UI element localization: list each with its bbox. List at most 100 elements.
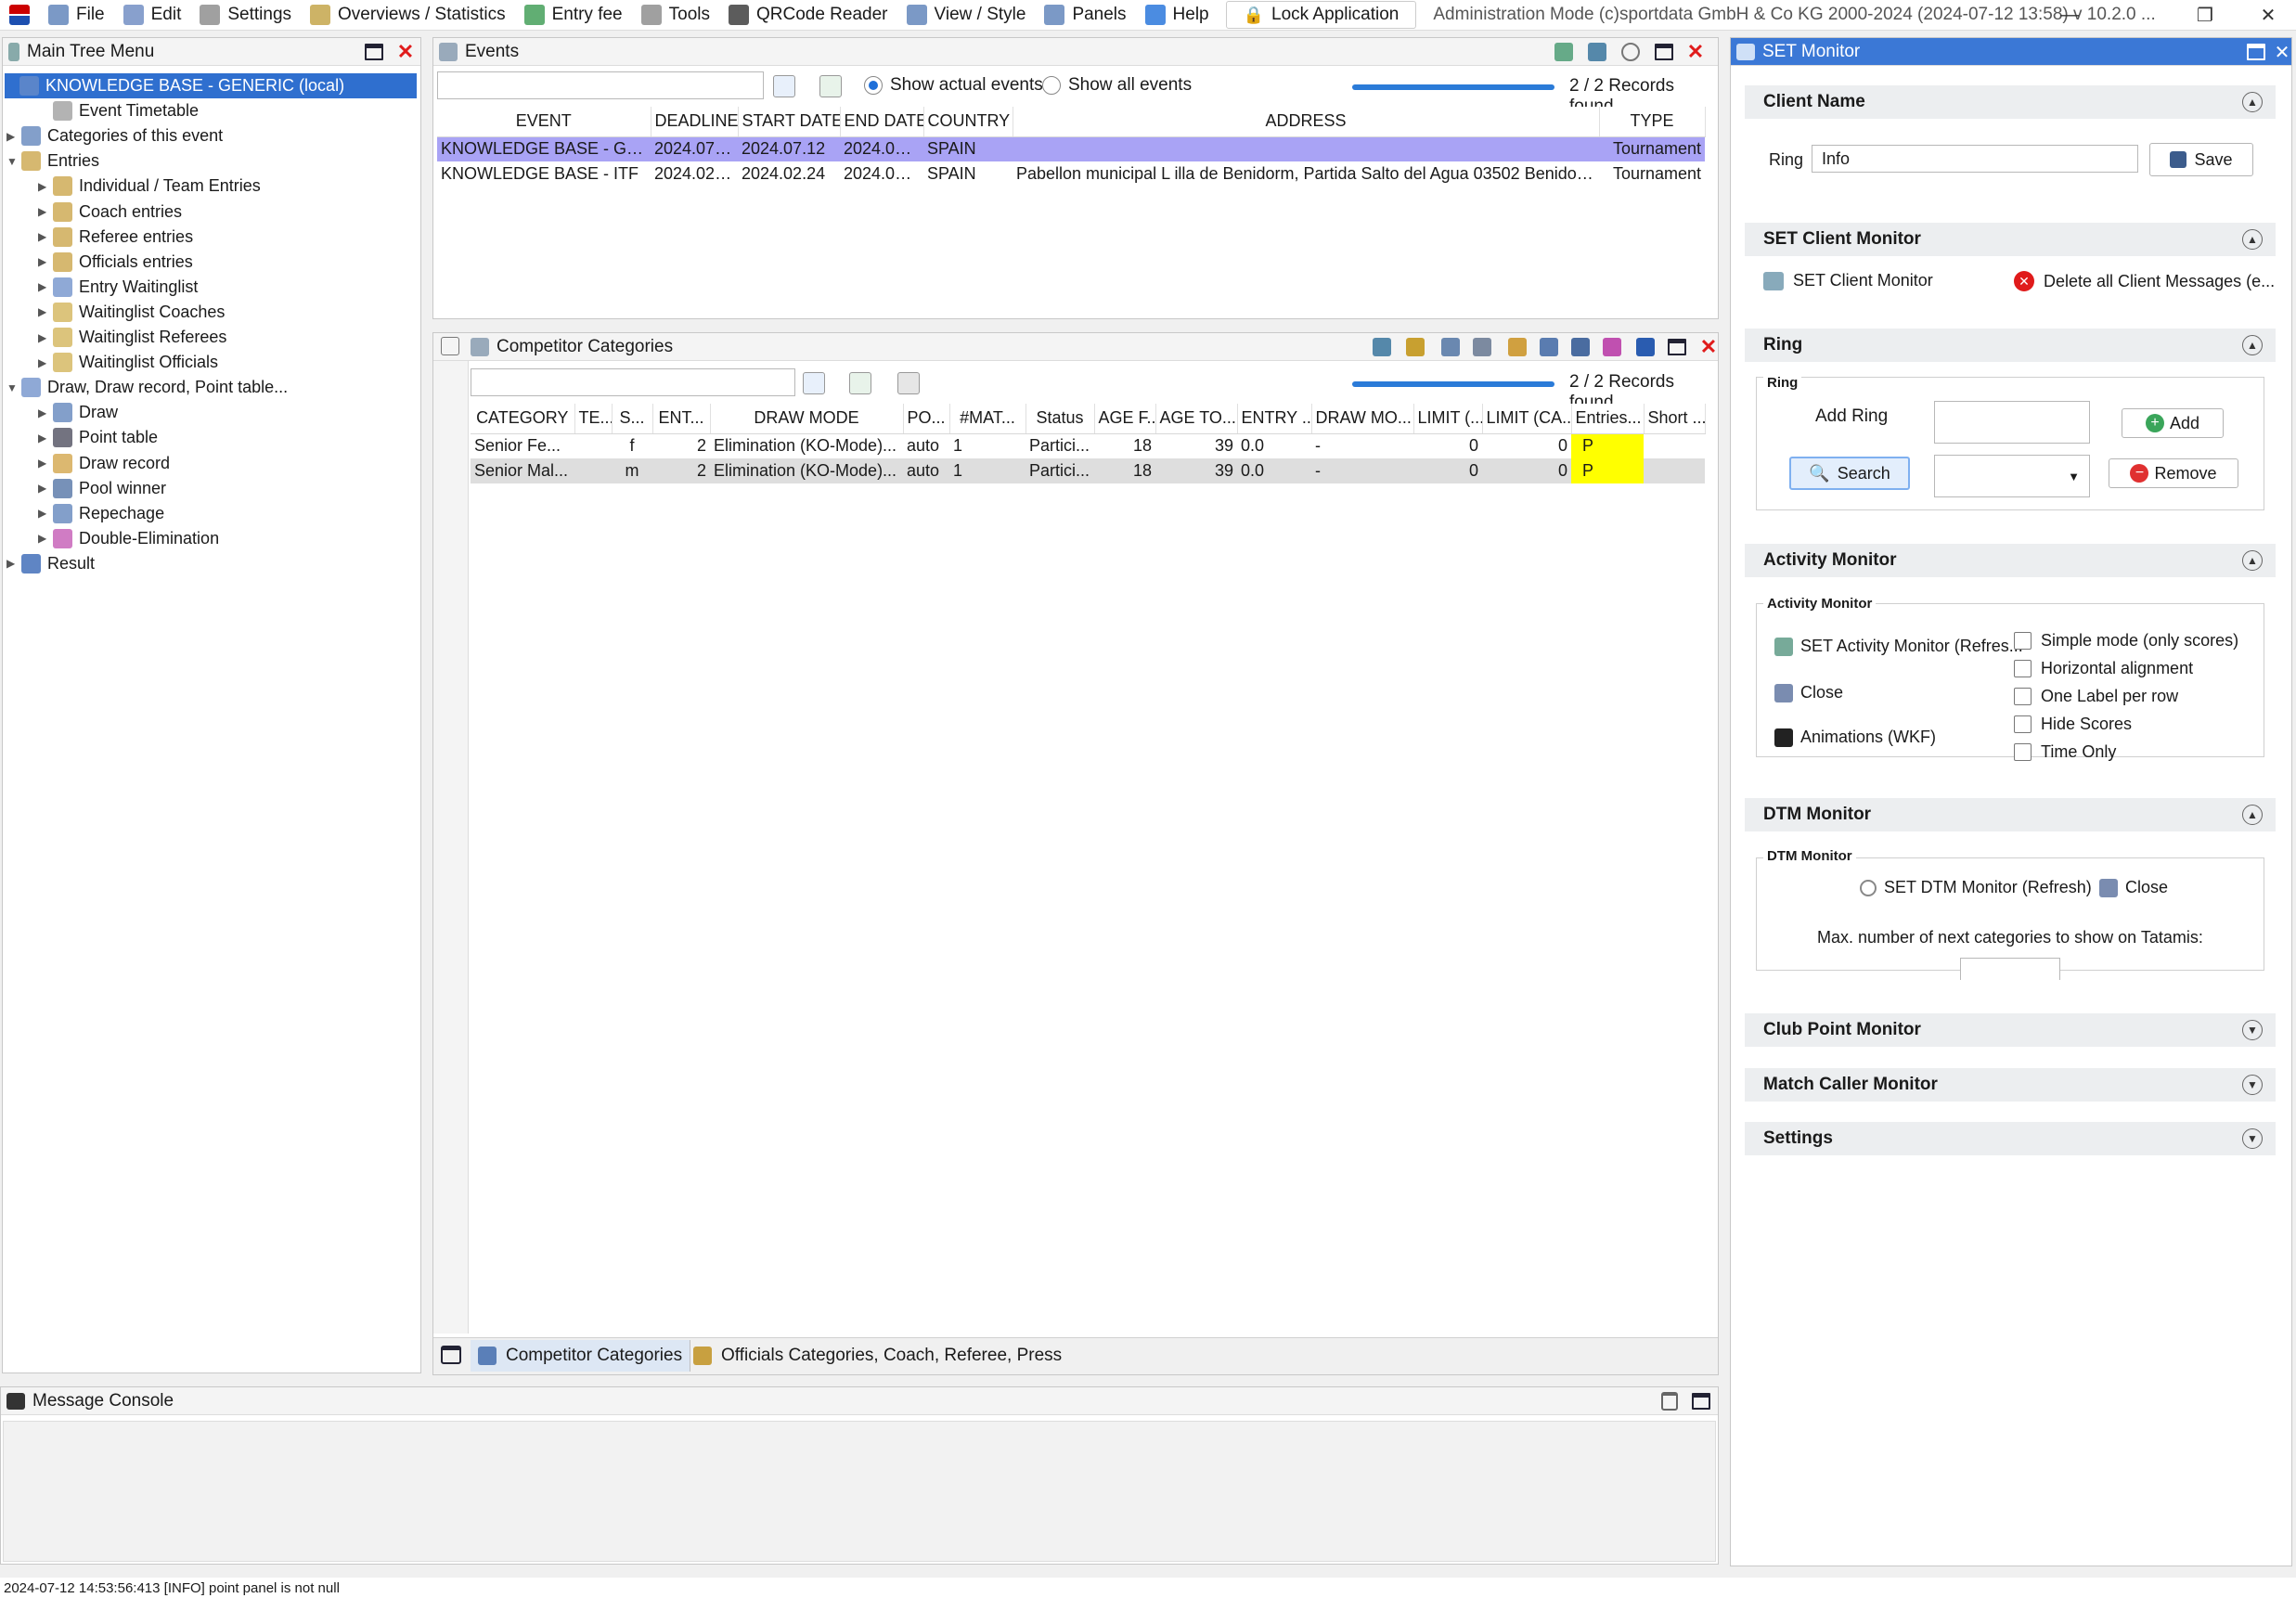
tool-button-4[interactable] bbox=[1473, 338, 1491, 356]
tool-button-2[interactable] bbox=[1406, 338, 1425, 356]
close-panel-button[interactable]: ✕ bbox=[396, 42, 415, 62]
chevron-right-icon[interactable]: ▶ bbox=[38, 255, 53, 268]
activity-option-checkbox[interactable]: One Label per row bbox=[2014, 687, 2178, 706]
column-header[interactable]: CATEGORY bbox=[471, 404, 575, 434]
column-header[interactable]: EVENT bbox=[437, 107, 651, 137]
minimize-button[interactable]: — bbox=[2042, 0, 2097, 31]
search-ring-button[interactable]: 🔍 Search bbox=[1789, 457, 1910, 490]
menu-file[interactable]: File bbox=[41, 0, 116, 31]
add-ring-button[interactable]: + Add bbox=[2122, 408, 2224, 438]
menu-overviews-statistics[interactable]: Overviews / Statistics bbox=[303, 0, 517, 31]
chevron-up-icon[interactable]: ▲ bbox=[2242, 550, 2263, 571]
ring-name-input[interactable]: Info bbox=[1812, 145, 2138, 173]
clear-console-button[interactable] bbox=[1660, 1392, 1679, 1411]
tree-item[interactable]: ▶ Waitinglist Coaches bbox=[38, 300, 225, 325]
activity-option-checkbox[interactable]: Horizontal alignment bbox=[2014, 659, 2193, 678]
set-client-monitor-link[interactable]: SET Client Monitor bbox=[1763, 271, 1933, 290]
tree-item[interactable]: ▶ Entry Waitinglist bbox=[38, 275, 198, 300]
maximize-panel-button[interactable] bbox=[1668, 338, 1686, 356]
menu-qrcode-reader[interactable]: QRCode Reader bbox=[721, 0, 899, 31]
add-ring-input[interactable] bbox=[1934, 401, 2090, 444]
refresh-button[interactable] bbox=[1621, 43, 1640, 61]
search-icon[interactable] bbox=[773, 75, 795, 97]
tool-button-8[interactable] bbox=[1603, 338, 1621, 356]
table-row[interactable]: Senior Fe... f 2 Elimination (KO-Mode)... au… bbox=[471, 433, 1705, 458]
chevron-up-icon[interactable]: ▲ bbox=[2242, 335, 2263, 355]
tree-item[interactable]: Event Timetable bbox=[38, 98, 199, 123]
client-name-header[interactable]: Client Name ▲ bbox=[1745, 85, 2276, 119]
collapsed-section-header[interactable]: Settings ▼ bbox=[1745, 1122, 2276, 1155]
tool-button-5[interactable] bbox=[1508, 338, 1527, 356]
column-header[interactable]: DEADLINE bbox=[651, 107, 739, 137]
close-window-button[interactable]: ✕ bbox=[2240, 0, 2296, 31]
tool-button-1[interactable] bbox=[1373, 338, 1391, 356]
ring-header[interactable]: Ring ▲ bbox=[1745, 329, 2276, 362]
column-header[interactable]: ENTRY ... bbox=[1237, 404, 1312, 434]
chevron-down-icon[interactable]: ▼ bbox=[6, 381, 21, 394]
events-search-input[interactable] bbox=[437, 71, 764, 99]
tool-button-6[interactable] bbox=[1540, 338, 1558, 356]
column-header[interactable]: DRAW MODE bbox=[710, 404, 904, 434]
chevron-down-icon[interactable]: ▼ bbox=[2242, 1128, 2263, 1149]
menu-edit[interactable]: Edit bbox=[116, 0, 193, 31]
chevron-right-icon[interactable]: ▶ bbox=[38, 331, 53, 344]
close-panel-button[interactable]: ✕ bbox=[2273, 43, 2291, 63]
dtm-close-link[interactable]: Close bbox=[2099, 878, 2168, 897]
tree-item[interactable]: ▶ Draw bbox=[38, 400, 118, 425]
delete-client-messages-button[interactable]: ✕ Delete all Client Messages (e... bbox=[2014, 271, 2275, 291]
column-header[interactable]: AGE F... bbox=[1094, 404, 1156, 434]
menu-settings[interactable]: Settings bbox=[192, 0, 303, 31]
maximize-panel-button[interactable] bbox=[1692, 1392, 1710, 1411]
activity-monitor-header[interactable]: Activity Monitor ▲ bbox=[1745, 544, 2276, 577]
column-header[interactable]: AGE TO... bbox=[1155, 404, 1238, 434]
chevron-up-icon[interactable]: ▲ bbox=[2242, 229, 2263, 250]
chevron-up-icon[interactable]: ▲ bbox=[2242, 92, 2263, 112]
column-header[interactable]: END DATE bbox=[840, 107, 924, 137]
column-header[interactable]: Status bbox=[1025, 404, 1095, 434]
column-header[interactable]: TE... bbox=[574, 404, 613, 434]
table-row[interactable]: KNOWLEDGE BASE - ITF 2024.02.20 2024.02.24… bbox=[437, 161, 1705, 187]
table-row[interactable]: KNOWLEDGE BASE - GENE...2024.07.122024.0… bbox=[437, 136, 1705, 161]
animations-link[interactable]: Animations (WKF) bbox=[1774, 728, 1936, 747]
column-header[interactable]: #MAT... bbox=[949, 404, 1026, 434]
tree-item[interactable]: ▶ Repechage bbox=[38, 501, 164, 526]
layout-icon[interactable] bbox=[441, 1346, 461, 1364]
menu-panels[interactable]: Panels bbox=[1037, 0, 1137, 31]
column-header[interactable]: START DATE bbox=[738, 107, 841, 137]
chevron-right-icon[interactable]: ▶ bbox=[38, 457, 53, 470]
column-header[interactable]: LIMIT (... bbox=[1413, 404, 1483, 434]
tree-item[interactable]: KNOWLEDGE BASE - GENERIC (local) bbox=[5, 73, 417, 98]
chevron-right-icon[interactable]: ▶ bbox=[38, 305, 53, 318]
tree-item[interactable]: ▶ Waitinglist Officials bbox=[38, 350, 218, 375]
chevron-down-icon[interactable]: ▼ bbox=[2242, 1020, 2263, 1040]
tool-button-9[interactable] bbox=[1636, 338, 1655, 356]
maximize-button[interactable]: ❐ bbox=[2177, 0, 2233, 31]
ring-select[interactable]: ▼ bbox=[1934, 455, 2090, 497]
chevron-right-icon[interactable]: ▶ bbox=[6, 557, 21, 570]
menu-help[interactable]: Help bbox=[1138, 0, 1220, 31]
tree-item[interactable]: ▶ Categories of this event bbox=[6, 123, 223, 148]
sync-icon[interactable] bbox=[819, 75, 842, 97]
tool-button-7[interactable] bbox=[1571, 338, 1590, 356]
sync-icon[interactable] bbox=[849, 372, 871, 394]
tab-competitor-categories[interactable]: Competitor Categories bbox=[471, 1340, 691, 1372]
maximize-panel-button[interactable] bbox=[1655, 43, 1673, 61]
tree-item[interactable]: ▼ Entries bbox=[6, 148, 99, 174]
folder-button[interactable] bbox=[1588, 43, 1606, 61]
column-header[interactable]: Entries... bbox=[1571, 404, 1645, 434]
save-icon[interactable] bbox=[897, 372, 920, 394]
activity-option-checkbox[interactable]: Hide Scores bbox=[2014, 715, 2132, 734]
tree-item[interactable]: ▶ Individual / Team Entries bbox=[38, 174, 261, 199]
menu-tools[interactable]: Tools bbox=[634, 0, 721, 31]
copy-icon[interactable] bbox=[441, 337, 459, 355]
activity-option-checkbox[interactable]: Simple mode (only scores) bbox=[2014, 631, 2238, 651]
chevron-right-icon[interactable]: ▶ bbox=[38, 356, 53, 369]
activity-monitor-refresh-link[interactable]: SET Activity Monitor (Refres... bbox=[1774, 637, 2023, 656]
chevron-right-icon[interactable]: ▶ bbox=[6, 130, 21, 143]
column-header[interactable]: ADDRESS bbox=[1013, 107, 1600, 137]
chevron-down-icon[interactable]: ▼ bbox=[2242, 1074, 2263, 1095]
tree-item[interactable]: ▼ Draw, Draw record, Point table... bbox=[6, 375, 288, 400]
chevron-right-icon[interactable]: ▶ bbox=[38, 507, 53, 520]
chevron-right-icon[interactable]: ▶ bbox=[38, 532, 53, 545]
show-all-events-radio[interactable]: Show all events bbox=[1042, 75, 1192, 96]
